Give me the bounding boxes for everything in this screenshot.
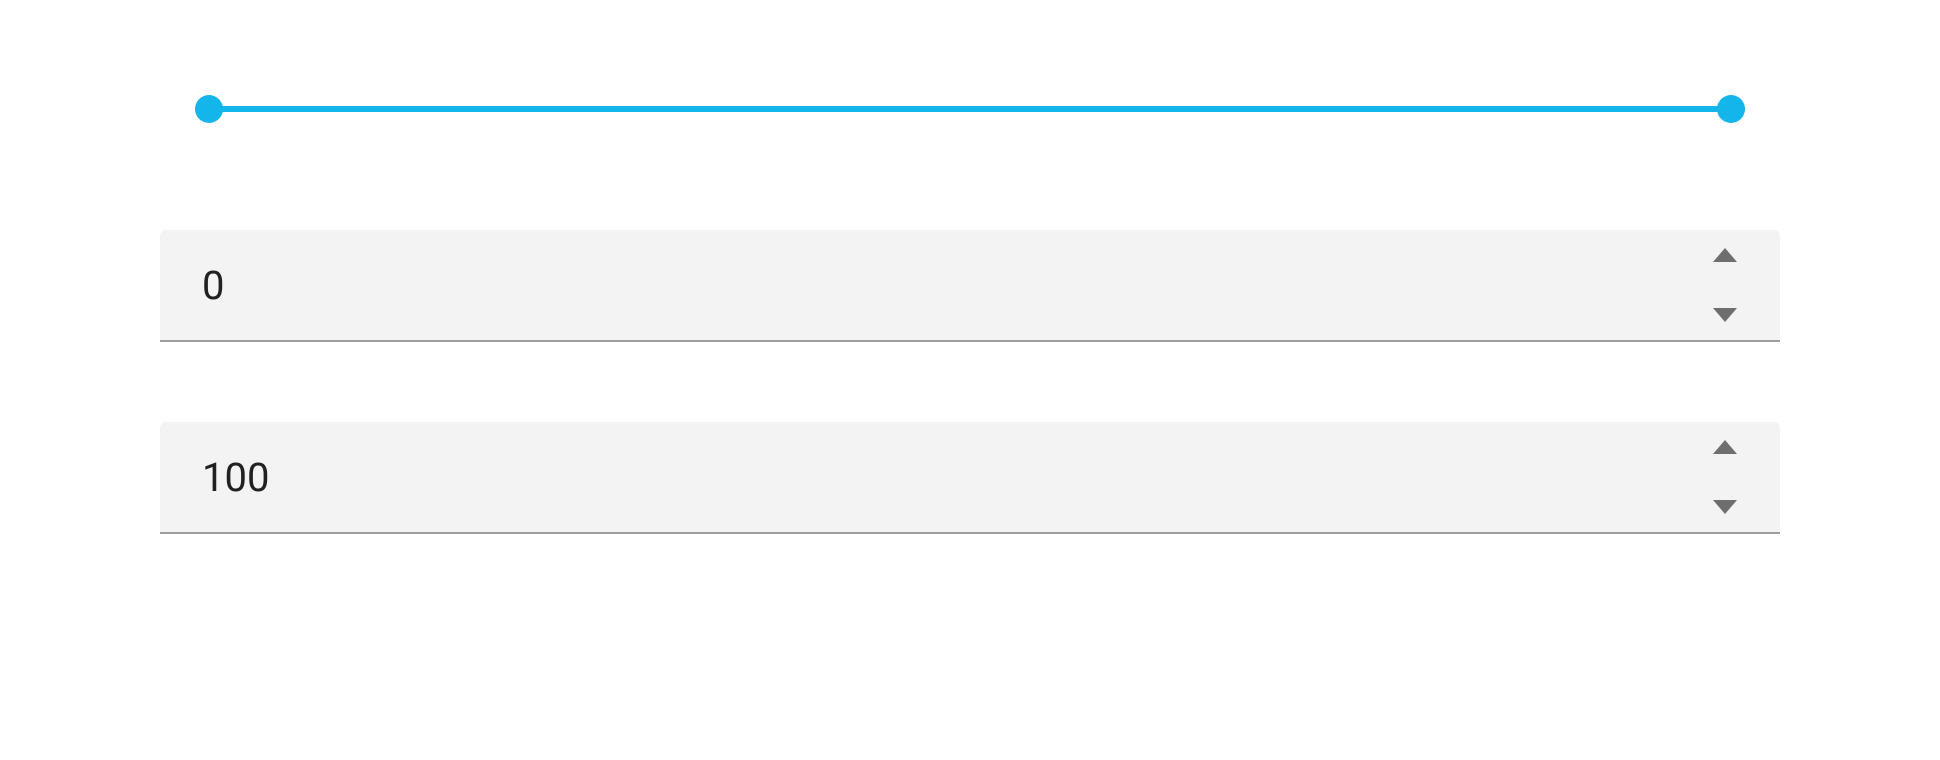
chevron-up-icon[interactable] (1713, 248, 1737, 262)
range-slider-handle-low[interactable] (195, 95, 223, 123)
min-number-field[interactable] (160, 230, 1780, 342)
min-number-input[interactable] (200, 261, 1690, 310)
min-number-stepper (1705, 230, 1745, 340)
range-slider[interactable] (195, 95, 1745, 123)
chevron-down-icon[interactable] (1713, 500, 1737, 514)
range-slider-handle-high[interactable] (1717, 95, 1745, 123)
max-number-field[interactable] (160, 422, 1780, 534)
max-number-input[interactable] (200, 453, 1690, 502)
chevron-up-icon[interactable] (1713, 440, 1737, 454)
range-slider-track (195, 106, 1745, 112)
root (0, 0, 1940, 760)
max-number-stepper (1705, 422, 1745, 532)
chevron-down-icon[interactable] (1713, 308, 1737, 322)
